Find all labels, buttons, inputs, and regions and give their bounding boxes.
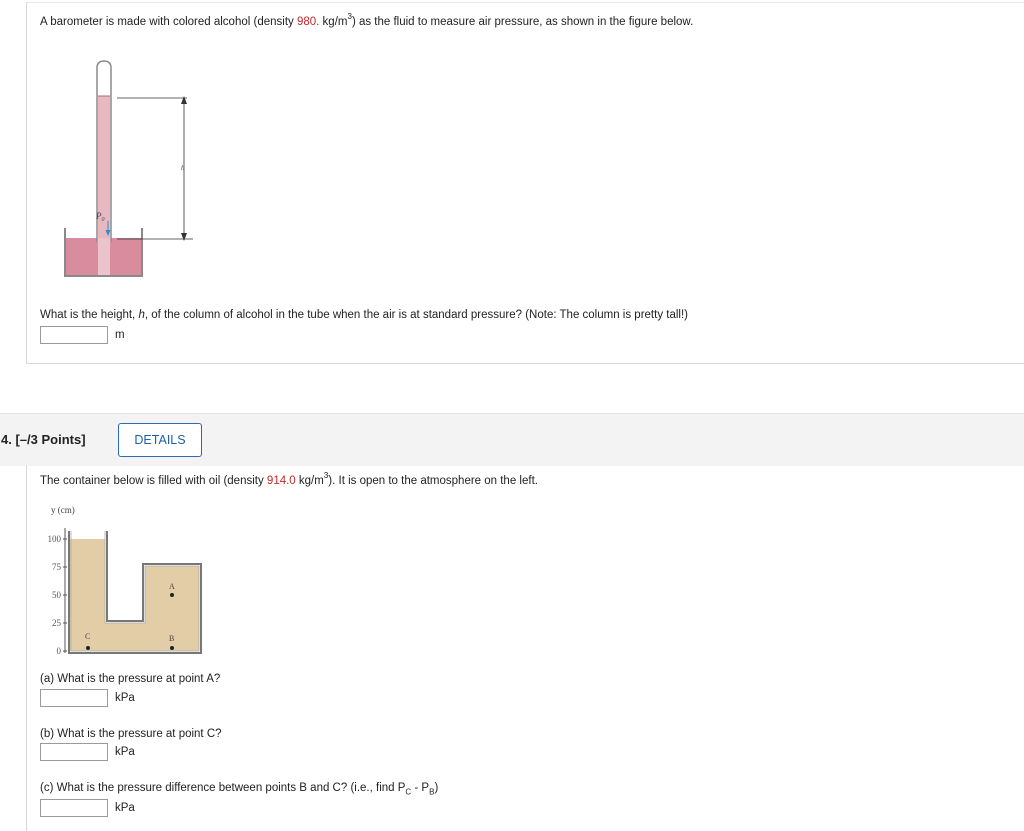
tick-label-100: 100 [48, 534, 62, 544]
question-4-panel: The container below is filled with oil (… [26, 465, 1024, 831]
q3-question-text: What is the height, h, of the column of … [40, 309, 688, 321]
q4-title: 4. [–/3 Points] [1, 432, 86, 447]
q3-height-input[interactable] [40, 326, 108, 344]
point-c-label: C [85, 632, 90, 641]
barometer-figure: h P0 [64, 60, 193, 277]
tube-in-dish [98, 238, 110, 275]
q3-intro-text: A barometer is made with colored alcohol… [40, 12, 694, 30]
q3-unit-label: m [115, 329, 125, 341]
tick-label-50: 50 [52, 590, 62, 600]
point-b-label: B [169, 634, 174, 643]
y-axis-label: y (cm) [51, 505, 75, 515]
q4-density-value: 914.0 [266, 475, 296, 487]
q3-question-post: , of the column of alcohol in the tube w… [144, 309, 688, 321]
q4-intro-pre: The container below is filled with oil (… [40, 475, 267, 487]
point-b-dot [170, 646, 174, 650]
point-a-label: A [169, 582, 175, 591]
part-a-unit: kPa [115, 692, 135, 704]
tick-label-0: 0 [57, 646, 62, 656]
q4-intro-text: The container below is filled with oil (… [40, 472, 538, 487]
q4-density-unit: kg/m [295, 475, 324, 487]
h-arrow-down [181, 233, 187, 241]
part-b-input[interactable] [40, 743, 108, 761]
question-4-header: 4. [–/3 Points] DETAILS [0, 413, 1024, 466]
q4-density-exponent: 3 [323, 471, 329, 481]
part-c-unit: kPa [115, 802, 135, 814]
q3-intro-post: ) as the fluid to measure air pressure, … [351, 16, 694, 28]
q3-question-pre: What is the height, [40, 309, 139, 321]
part-c-question-pre: (c) What is the pressure difference betw… [40, 782, 406, 794]
q3-intro-pre: A barometer is made with colored alcohol… [40, 16, 297, 28]
assignment-page: A barometer is made with colored alcohol… [0, 0, 1024, 831]
tick-label-25: 25 [52, 618, 62, 628]
part-c-question-post: ) [434, 782, 439, 794]
part-a-question: (a) What is the pressure at point A? [40, 673, 221, 685]
point-c-dot [86, 646, 90, 650]
q3-density-unit: kg/m [319, 16, 348, 28]
tick-label-75: 75 [52, 562, 62, 572]
q3-density-value: 980. [296, 16, 320, 28]
part-c-mid: - P [411, 782, 430, 794]
h-label: h [181, 164, 185, 172]
oil-container-figure: y (cm) 100 75 50 25 0 A B C [48, 505, 202, 656]
q3-density-exponent: 3 [347, 12, 352, 22]
part-c-input[interactable] [40, 799, 108, 817]
part-b-question: (b) What is the pressure at point C? [40, 728, 222, 740]
part-a-input[interactable] [40, 689, 108, 707]
question-3-panel: A barometer is made with colored alcohol… [26, 2, 1024, 364]
part-c-question: (c) What is the pressure difference betw… [40, 782, 439, 796]
h-arrow-up [181, 96, 187, 104]
point-a-dot [170, 593, 174, 597]
q4-intro-post: ). It is open to the atmosphere on the l… [328, 475, 538, 487]
details-button[interactable]: DETAILS [118, 423, 202, 457]
part-b-unit: kPa [115, 746, 135, 758]
